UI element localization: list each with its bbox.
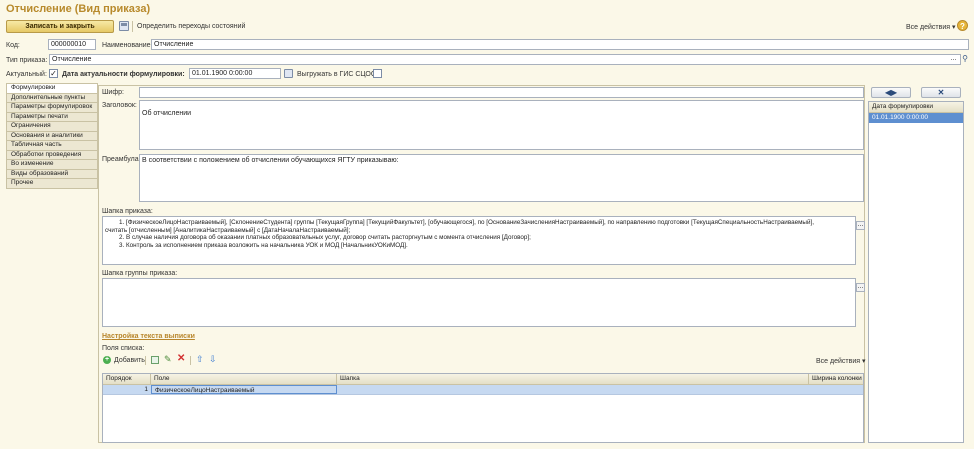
column-header-date[interactable]: Дата формулировки [869, 102, 963, 113]
tab-print-params[interactable]: Параметры печати [6, 112, 98, 122]
delete-icon[interactable]: ✕ [177, 353, 185, 364]
column-header-field[interactable]: Поле [151, 374, 337, 384]
actual-label: Актуальный: [6, 71, 47, 78]
order-header-edit-button[interactable]: ... [856, 221, 865, 230]
code-label: Код: [6, 42, 20, 49]
cipher-label: Шифр: [102, 89, 124, 96]
calendar-icon[interactable] [284, 69, 293, 78]
tab-formulations[interactable]: Формулировки [6, 83, 98, 94]
order-type-field[interactable]: Отчисление [49, 54, 961, 65]
column-header-width[interactable]: Ширина колонки [809, 374, 865, 384]
group-header-field[interactable] [102, 278, 856, 327]
heading-label: Заголовок: [102, 102, 137, 109]
tab-table-part[interactable]: Табличная часть [6, 141, 98, 151]
code-field[interactable]: 000000010 [48, 39, 96, 50]
formulation-dates-list: Дата формулировки 01.01.1900 0:00:00 [868, 101, 964, 443]
name-field[interactable]: Отчисление [151, 39, 969, 50]
name-label: Наименование: [102, 42, 153, 49]
cell-field[interactable]: ФизическоеЛицоНастраиваемый [151, 385, 337, 394]
preamble-field[interactable]: В соответствии с положением об отчислени… [139, 154, 864, 202]
help-icon[interactable]: ? [957, 20, 968, 31]
tab-amendment[interactable]: Во изменение [6, 160, 98, 170]
tabs-list: Формулировки Дополнительные пункты Парам… [6, 83, 98, 189]
order-header-field[interactable]: 1. [ФизическоеЛицоНастраиваемый], [Склон… [102, 216, 856, 265]
gis-checkbox[interactable] [373, 69, 382, 78]
toolbar-divider [190, 356, 191, 365]
add-button[interactable]: Добавить [114, 357, 145, 364]
table-row[interactable]: 1 ФизическоеЛицоНастраиваемый [103, 385, 863, 395]
order-header-label: Шапка приказа: [102, 208, 153, 215]
close-formulation-button[interactable]: ✕ [921, 87, 961, 98]
cipher-field[interactable] [139, 87, 864, 98]
search-icon[interactable]: ⚲ [960, 54, 970, 65]
save-icon[interactable] [119, 21, 129, 31]
tab-formulation-params[interactable]: Параметры формулировок [6, 103, 98, 113]
statement-settings-link[interactable]: Настройка текста выписки [102, 333, 195, 340]
move-down-icon[interactable]: ⇩ [209, 354, 217, 365]
list-fields-label: Поля списка: [102, 345, 145, 352]
add-icon[interactable]: + [103, 356, 111, 364]
group-header-edit-button[interactable]: ... [856, 283, 865, 292]
tab-other[interactable]: Прочее [6, 179, 98, 189]
save-close-button[interactable]: Записать и закрыть [6, 20, 114, 33]
group-header-label: Шапка группы приказа: [102, 270, 178, 277]
toolbar-divider [145, 356, 146, 365]
tab-posting[interactable]: Обработки проведения [6, 150, 98, 160]
order-header-line: 3. Контроль за исполнением приказа возло… [119, 241, 408, 249]
heading-field[interactable]: Об отчислении [139, 100, 864, 150]
tab-additional-items[interactable]: Дополнительные пункты [6, 93, 98, 103]
list-fields-table: Порядок Поле Шапка Ширина колонки 1 Физи… [102, 373, 864, 443]
all-actions-label: Все действия [906, 24, 951, 31]
list-all-actions-menu[interactable]: Все действия ▾ [816, 357, 866, 365]
tab-restrictions[interactable]: Ограничения [6, 122, 98, 132]
date-label: Дата актуальности формулировки: [62, 71, 185, 78]
toolbar-divider [132, 21, 133, 32]
table-header: Порядок Поле Шапка Ширина колонки [103, 374, 863, 385]
navigate-back-button[interactable]: ◀▶ [871, 87, 911, 98]
preamble-label: Преамбула: [102, 156, 141, 163]
column-header-header[interactable]: Шапка [337, 374, 809, 384]
actual-checkbox[interactable]: ✓ [49, 69, 58, 78]
define-transitions-button[interactable]: Определить переходы состояний [137, 23, 245, 30]
order-header-line: считать [отчисленным] [АналитикаНастраив… [105, 226, 351, 234]
copy-icon[interactable] [151, 356, 159, 364]
order-type-label: Тип приказа: [6, 57, 48, 64]
edit-icon[interactable]: ✎ [164, 354, 172, 365]
cell-order: 1 [144, 386, 148, 393]
column-header-order[interactable]: Порядок [103, 374, 151, 384]
select-dots-icon[interactable]: ... [949, 55, 958, 64]
tab-education-types[interactable]: Виды образований [6, 169, 98, 179]
move-up-icon[interactable]: ⇧ [196, 354, 204, 365]
tab-grounds[interactable]: Основания и аналитики [6, 131, 98, 141]
order-header-line: 1. [ФизическоеЛицоНастраиваемый], [Склон… [119, 219, 814, 226]
gis-label: Выгружать в ГИС СЦОС: [297, 71, 378, 78]
list-all-actions-label: Все действия [816, 358, 861, 365]
list-item[interactable]: 01.01.1900 0:00:00 [869, 113, 963, 123]
order-header-line: 2. В случае наличия договора об оказании… [119, 234, 531, 241]
all-actions-menu[interactable]: Все действия ▾ [906, 23, 956, 31]
window-title: Отчисление (Вид приказа) [6, 3, 151, 15]
date-field[interactable]: 01.01.1900 0:00:00 [189, 68, 281, 79]
